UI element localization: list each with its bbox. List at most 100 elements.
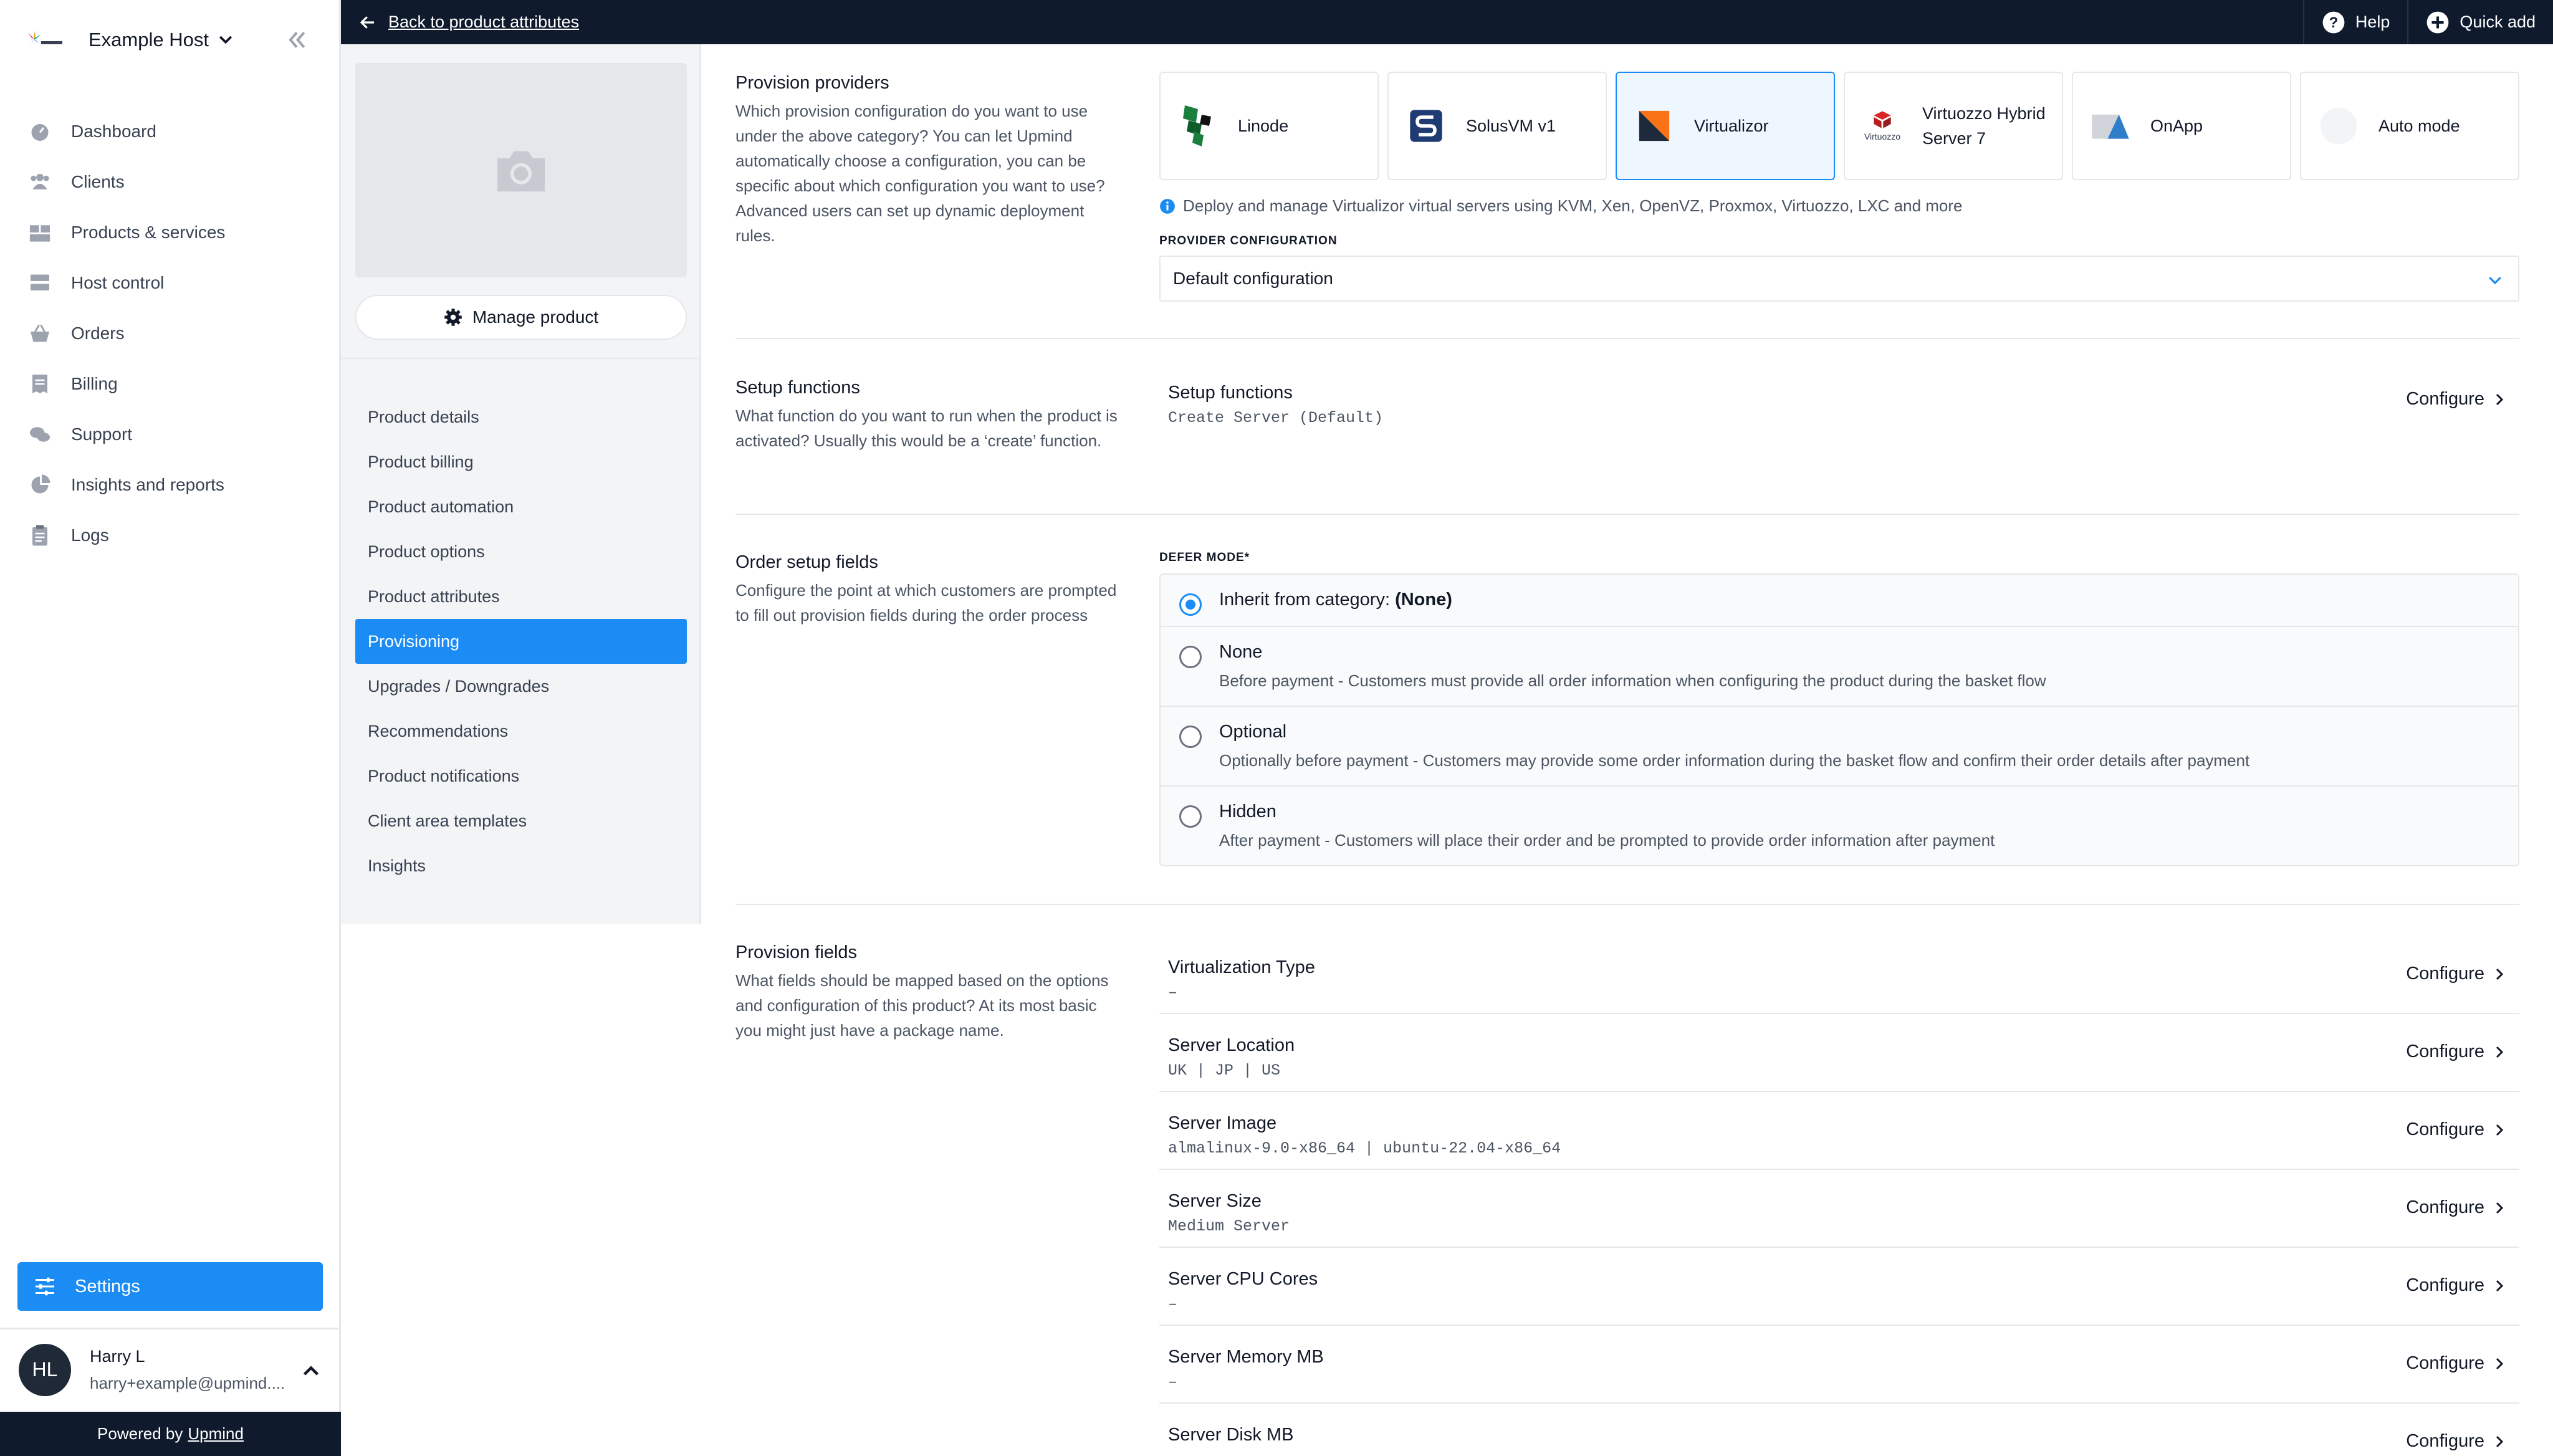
question-circle-icon: ?	[2322, 11, 2345, 33]
configure-label: Configure	[2406, 389, 2484, 409]
help-button[interactable]: ? Help	[2302, 0, 2408, 44]
powered-by-footer: Powered by Upmind	[0, 1412, 341, 1456]
nav-item-clients[interactable]: Clients	[27, 156, 225, 207]
collapse-sidebar-icon[interactable]	[284, 27, 309, 52]
radio-button[interactable]	[1179, 726, 1202, 748]
configure-link[interactable]: Configure	[2406, 1119, 2507, 1140]
nav-item-products[interactable]: Products & services	[27, 207, 225, 257]
subnav-item-provisioning[interactable]: Provisioning	[355, 619, 687, 664]
configure-link[interactable]: Configure	[2406, 1431, 2507, 1452]
provider-cards: Linode SolusVM v1 Virtualizor Virtuozzo …	[1159, 72, 2519, 180]
back-link-label: Back to product attributes	[388, 12, 580, 31]
arrow-left-icon	[360, 16, 374, 29]
manage-product-button[interactable]: Manage product	[355, 295, 687, 340]
configure-label: Configure	[2406, 1119, 2484, 1139]
radio-option-inherit[interactable]: Inherit from category: (None)	[1161, 575, 2518, 627]
provider-info: Deploy and manage Virtualizor virtual se…	[1159, 196, 2519, 216]
chevron-right-icon	[2496, 393, 2504, 405]
nav-item-orders[interactable]: Orders	[27, 308, 225, 358]
nav-label: Insights and reports	[71, 474, 224, 494]
configure-link[interactable]: Configure	[2406, 1275, 2507, 1296]
provision-fields-list: Virtualization Type – Configure Server L…	[1159, 936, 2519, 1456]
config-value: Create Server (Default)	[1168, 409, 1384, 427]
chevron-right-icon	[2496, 968, 2504, 980]
subnav-item-recommendations[interactable]: Recommendations	[355, 709, 687, 754]
provider-card-linode[interactable]: Linode	[1159, 72, 1379, 180]
basket-icon	[27, 321, 52, 346]
user-menu[interactable]: HL Harry L harry+example@upmind....	[0, 1328, 341, 1410]
radio-option-optional[interactable]: Optional Optionally before payment - Cus…	[1161, 707, 2518, 787]
configure-label: Configure	[2406, 1042, 2484, 1061]
radio-option-hidden[interactable]: Hidden After payment - Customers will pl…	[1161, 787, 2518, 865]
subnav-item-product-attributes[interactable]: Product attributes	[355, 574, 687, 619]
radio-button[interactable]	[1179, 805, 1202, 828]
provider-card-onapp[interactable]: OnApp	[2072, 72, 2291, 180]
back-link[interactable]: Back to product attributes	[358, 0, 579, 44]
server-icon	[27, 271, 52, 295]
subnav-item-upgrades-downgrades[interactable]: Upgrades / Downgrades	[355, 664, 687, 709]
nav-item-billing[interactable]: Billing	[27, 358, 225, 409]
radio-description: Optionally before payment - Customers ma…	[1219, 751, 2250, 770]
radio-option-none[interactable]: None Before payment - Customers must pro…	[1161, 627, 2518, 707]
config-title: Server Image	[1168, 1113, 1277, 1133]
chevron-down-icon	[219, 36, 232, 44]
configure-label: Configure	[2406, 1353, 2484, 1373]
subnav-item-product-notifications[interactable]: Product notifications	[355, 754, 687, 798]
subnav-item-product-details[interactable]: Product details	[355, 395, 687, 439]
configure-link[interactable]: Configure	[2406, 389, 2507, 410]
provider-label: SolusVM v1	[1466, 117, 1556, 135]
subnav-item-product-automation[interactable]: Product automation	[355, 484, 687, 529]
config-title: Virtualization Type	[1168, 957, 1315, 977]
nav-item-logs[interactable]: Logs	[27, 510, 225, 560]
provider-card-solusvm[interactable]: SolusVM v1	[1387, 72, 1607, 180]
provider-card-virtuozzo[interactable]: Virtuozzo Virtuozzo Hybrid Server 7	[1844, 72, 2063, 180]
nav-label: Support	[71, 424, 133, 444]
provider-info-text: Deploy and manage Virtualizor virtual se…	[1183, 196, 1963, 215]
nav-item-support[interactable]: Support	[27, 409, 225, 459]
configure-link[interactable]: Configure	[2406, 1197, 2507, 1218]
nav-label: Products & services	[71, 222, 226, 242]
manage-product-label: Manage product	[472, 307, 599, 327]
chevron-right-icon	[2496, 1124, 2504, 1136]
provider-label: Linode	[1238, 117, 1289, 135]
provision-field-row: Server CPU Cores – Configure	[1159, 1248, 2519, 1326]
nav-item-insights[interactable]: Insights and reports	[27, 459, 225, 510]
quick-add-button[interactable]: Quick add	[2407, 0, 2553, 44]
plus-circle-icon	[2427, 11, 2449, 33]
gear-icon	[444, 309, 462, 326]
configure-link[interactable]: Configure	[2406, 1042, 2507, 1062]
upmind-link[interactable]: Upmind	[188, 1424, 244, 1444]
settings-button[interactable]: Settings	[17, 1262, 323, 1311]
provision-providers-section: Provision providers Which provision conf…	[735, 72, 2519, 302]
section-description: What fields should be mapped based on th…	[735, 971, 1109, 1040]
nav-item-dashboard[interactable]: Dashboard	[27, 106, 225, 156]
product-image-placeholder[interactable]	[355, 63, 687, 277]
provider-card-virtualizor[interactable]: Virtualizor	[1616, 72, 1835, 180]
divider	[735, 514, 2519, 515]
subnav-item-insights[interactable]: Insights	[355, 843, 687, 888]
boxes-icon	[27, 220, 52, 245]
subnav-item-client-area-templates[interactable]: Client area templates	[355, 798, 687, 843]
brand-switcher[interactable]: Example Host	[22, 21, 235, 59]
radio-button-checked[interactable]	[1179, 593, 1202, 616]
nav-item-host-control[interactable]: Host control	[27, 257, 225, 308]
provision-field-row: Virtualization Type – Configure	[1159, 936, 2519, 1014]
chevron-right-icon	[2496, 1435, 2504, 1447]
nav-label: Logs	[71, 525, 109, 545]
users-icon	[27, 170, 52, 194]
provider-config-label: PROVIDER CONFIGURATION	[1159, 234, 1338, 247]
configure-link[interactable]: Configure	[2406, 964, 2507, 984]
subnav-item-product-billing[interactable]: Product billing	[355, 439, 687, 484]
product-subnav: Manage product Product details Product b…	[341, 44, 701, 924]
radio-button[interactable]	[1179, 646, 1202, 668]
provision-field-row: Server Disk MB Configure	[1159, 1404, 2519, 1456]
provider-config-select[interactable]: Default configuration	[1159, 256, 2519, 302]
subnav-item-product-options[interactable]: Product options	[355, 529, 687, 574]
provider-card-auto-mode[interactable]: Auto mode	[2300, 72, 2519, 180]
config-title: Server Memory MB	[1168, 1347, 1324, 1367]
settings-label: Settings	[75, 1276, 140, 1296]
sliders-icon	[32, 1274, 57, 1299]
configure-link[interactable]: Configure	[2406, 1353, 2507, 1374]
svg-text:?: ?	[2329, 14, 2339, 31]
virtualizor-logo-icon	[1634, 106, 1674, 146]
